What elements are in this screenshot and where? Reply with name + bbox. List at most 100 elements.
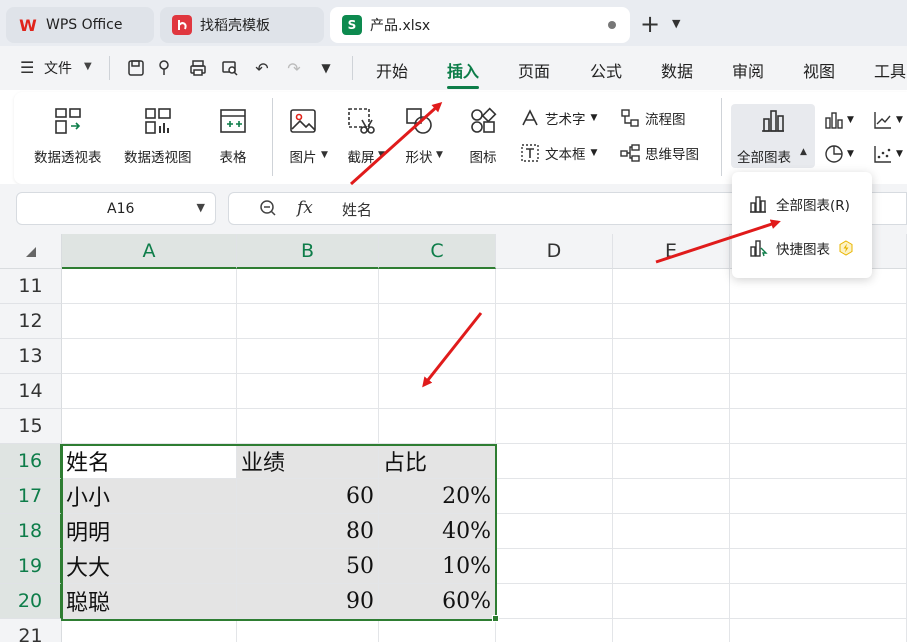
- menu-item-insert[interactable]: 插入: [447, 58, 479, 82]
- grid-cell[interactable]: [613, 339, 730, 374]
- table-cell-a17[interactable]: 小小: [62, 479, 237, 514]
- grid-cell[interactable]: [237, 374, 379, 409]
- grid-cell[interactable]: [496, 584, 613, 619]
- row-header-11[interactable]: 11: [0, 269, 62, 304]
- menu-item-formula[interactable]: 公式: [590, 58, 622, 82]
- grid-cell[interactable]: [496, 409, 613, 444]
- scatter-chart-button[interactable]: ▼: [873, 144, 903, 164]
- tab-product-xlsx[interactable]: S 产品.xlsx: [330, 7, 630, 43]
- row-header-19[interactable]: 19: [0, 549, 62, 584]
- table-cell-a20[interactable]: 聪聪: [62, 584, 237, 619]
- menu-item-review[interactable]: 审阅: [732, 58, 764, 82]
- table-cell-c18[interactable]: 40%: [379, 514, 496, 549]
- dropdown-item-all-charts[interactable]: 全部图表(R): [748, 194, 850, 214]
- flowchart-button[interactable]: 流程图: [620, 108, 686, 128]
- table-cell-b19[interactable]: 50: [237, 549, 379, 584]
- grid-cell[interactable]: [613, 584, 730, 619]
- table-cell-c17[interactable]: 20%: [379, 479, 496, 514]
- grid-cell[interactable]: [62, 374, 237, 409]
- grid-cell[interactable]: [613, 619, 730, 642]
- row-header-16[interactable]: 16: [0, 444, 62, 479]
- grid-cell[interactable]: [237, 409, 379, 444]
- save-icon[interactable]: [124, 56, 148, 80]
- table-cell-a16[interactable]: 姓名: [62, 444, 237, 479]
- grid-cell[interactable]: [62, 409, 237, 444]
- grid-cell[interactable]: [613, 549, 730, 584]
- grid-cell[interactable]: [496, 304, 613, 339]
- print-icon[interactable]: [186, 56, 210, 80]
- table-cell-c16[interactable]: 占比: [379, 444, 496, 479]
- table-button[interactable]: 表格: [218, 106, 248, 166]
- grid-cell[interactable]: [496, 479, 613, 514]
- grid-cell[interactable]: [613, 409, 730, 444]
- grid-cell[interactable]: [237, 304, 379, 339]
- grid-cell[interactable]: [496, 619, 613, 642]
- text-box-button[interactable]: 文本框 ▼: [520, 143, 597, 163]
- shape-button[interactable]: 形状: [404, 106, 434, 166]
- row-header-15[interactable]: 15: [0, 409, 62, 444]
- redo-icon[interactable]: ↷: [282, 56, 306, 80]
- column-header-a[interactable]: A: [62, 234, 237, 269]
- line-chart-button[interactable]: ▼: [873, 110, 903, 130]
- tab-docer-templates[interactable]: 找稻壳模板: [160, 7, 324, 43]
- fx-icon[interactable]: fx: [297, 198, 313, 218]
- row-header-17[interactable]: 17: [0, 479, 62, 514]
- icon-button[interactable]: 图标: [468, 106, 498, 166]
- grid-cell[interactable]: [730, 479, 907, 514]
- grid-cell[interactable]: [496, 514, 613, 549]
- grid-cell[interactable]: [613, 304, 730, 339]
- menu-item-tools[interactable]: 工具: [874, 58, 906, 82]
- new-tab-plus-icon[interactable]: +: [640, 12, 660, 36]
- file-menu[interactable]: 文件: [44, 58, 72, 78]
- grid-cell[interactable]: [496, 339, 613, 374]
- tab-wps-office[interactable]: W WPS Office: [6, 7, 154, 43]
- grid-cell[interactable]: [379, 619, 496, 642]
- grid-cell[interactable]: [730, 374, 907, 409]
- grid-cell[interactable]: [62, 304, 237, 339]
- table-cell-b17[interactable]: 60: [237, 479, 379, 514]
- table-cell-b16[interactable]: 业绩: [237, 444, 379, 479]
- pie-chart-button[interactable]: ▼: [824, 144, 854, 164]
- grid-cell[interactable]: [237, 339, 379, 374]
- grid-cell[interactable]: [613, 374, 730, 409]
- chevron-down-icon[interactable]: ▼: [672, 17, 680, 30]
- pivot-table-button[interactable]: 数据透视表: [34, 106, 102, 166]
- menu-item-home[interactable]: 开始: [376, 58, 408, 82]
- select-all-corner[interactable]: [0, 234, 62, 269]
- grid-cell[interactable]: [496, 269, 613, 304]
- mindmap-button[interactable]: 思维导图: [620, 143, 699, 163]
- table-cell-a18[interactable]: 明明: [62, 514, 237, 549]
- grid-cell[interactable]: [730, 339, 907, 374]
- menu-item-view[interactable]: 视图: [803, 58, 835, 82]
- grid-cell[interactable]: [730, 444, 907, 479]
- pivot-chart-button[interactable]: 数据透视图: [124, 106, 192, 166]
- row-header-20[interactable]: 20: [0, 584, 62, 619]
- table-cell-b18[interactable]: 80: [237, 514, 379, 549]
- table-cell-b20[interactable]: 90: [237, 584, 379, 619]
- grid-cell[interactable]: [613, 479, 730, 514]
- zoom-search-icon[interactable]: [259, 199, 277, 221]
- column-header-b[interactable]: B: [237, 234, 379, 269]
- grid-cell[interactable]: [237, 269, 379, 304]
- undo-icon[interactable]: ↶: [250, 56, 274, 80]
- name-box[interactable]: A16 ▼: [16, 192, 216, 225]
- chevron-down-icon[interactable]: ▼: [197, 201, 205, 214]
- print-preview-icon[interactable]: [218, 56, 242, 80]
- menu-item-page[interactable]: 页面: [518, 58, 550, 82]
- unsaved-dot-icon[interactable]: [608, 21, 616, 29]
- grid-cell[interactable]: [379, 374, 496, 409]
- grid-cell[interactable]: [730, 619, 907, 642]
- grid-cell[interactable]: [613, 269, 730, 304]
- grid-cell[interactable]: [730, 409, 907, 444]
- menu-item-data[interactable]: 数据: [661, 58, 693, 82]
- grid-cell[interactable]: [62, 269, 237, 304]
- grid-cell[interactable]: [379, 304, 496, 339]
- grid-cell[interactable]: [379, 339, 496, 374]
- chevron-down-icon[interactable]: ▼: [314, 56, 338, 80]
- dropdown-item-quick-chart[interactable]: 快捷图表: [748, 238, 854, 258]
- table-cell-a19[interactable]: 大大: [62, 549, 237, 584]
- grid-cell[interactable]: [730, 584, 907, 619]
- format-painter-icon[interactable]: [154, 56, 178, 80]
- grid-cell[interactable]: [62, 339, 237, 374]
- grid-cell[interactable]: [237, 619, 379, 642]
